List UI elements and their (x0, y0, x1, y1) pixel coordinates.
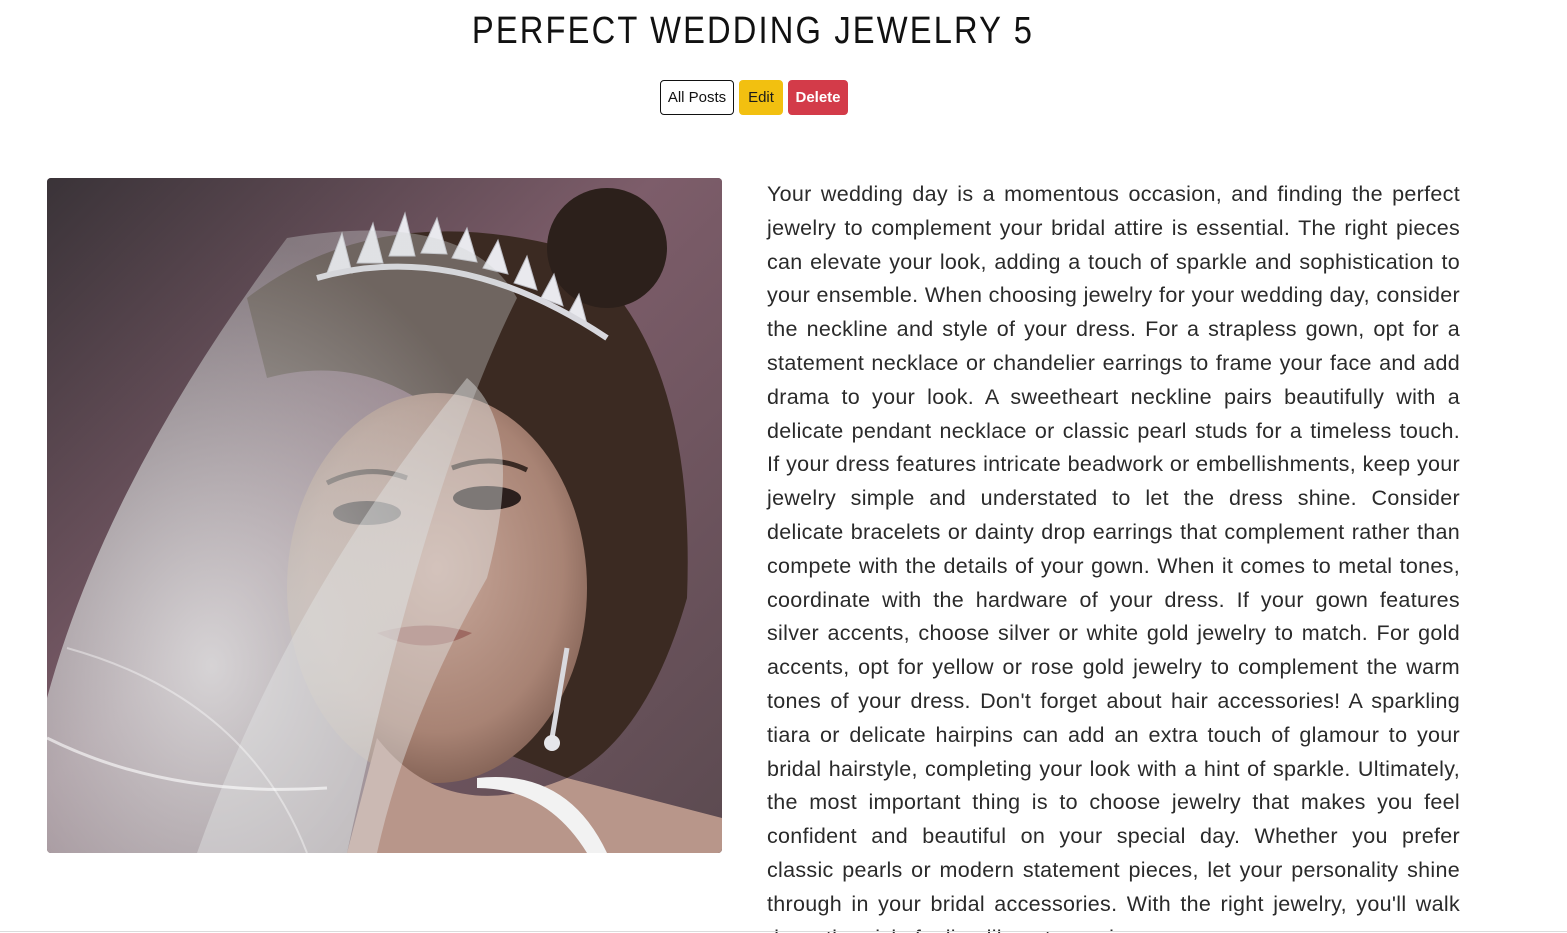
post-detail-page: PERFECT WEDDING JEWELRY 5 All Posts Edit… (0, 0, 1567, 933)
post-image (47, 178, 722, 853)
page-title: PERFECT WEDDING JEWELRY 5 (471, 10, 1035, 52)
post-actions: All Posts Edit Delete (660, 80, 848, 115)
all-posts-button[interactable]: All Posts (660, 80, 734, 115)
edit-button[interactable]: Edit (739, 80, 783, 115)
delete-button[interactable]: Delete (788, 80, 848, 115)
divider (0, 931, 1567, 932)
post-body: Your wedding day is a momentous occasion… (767, 182, 1460, 933)
